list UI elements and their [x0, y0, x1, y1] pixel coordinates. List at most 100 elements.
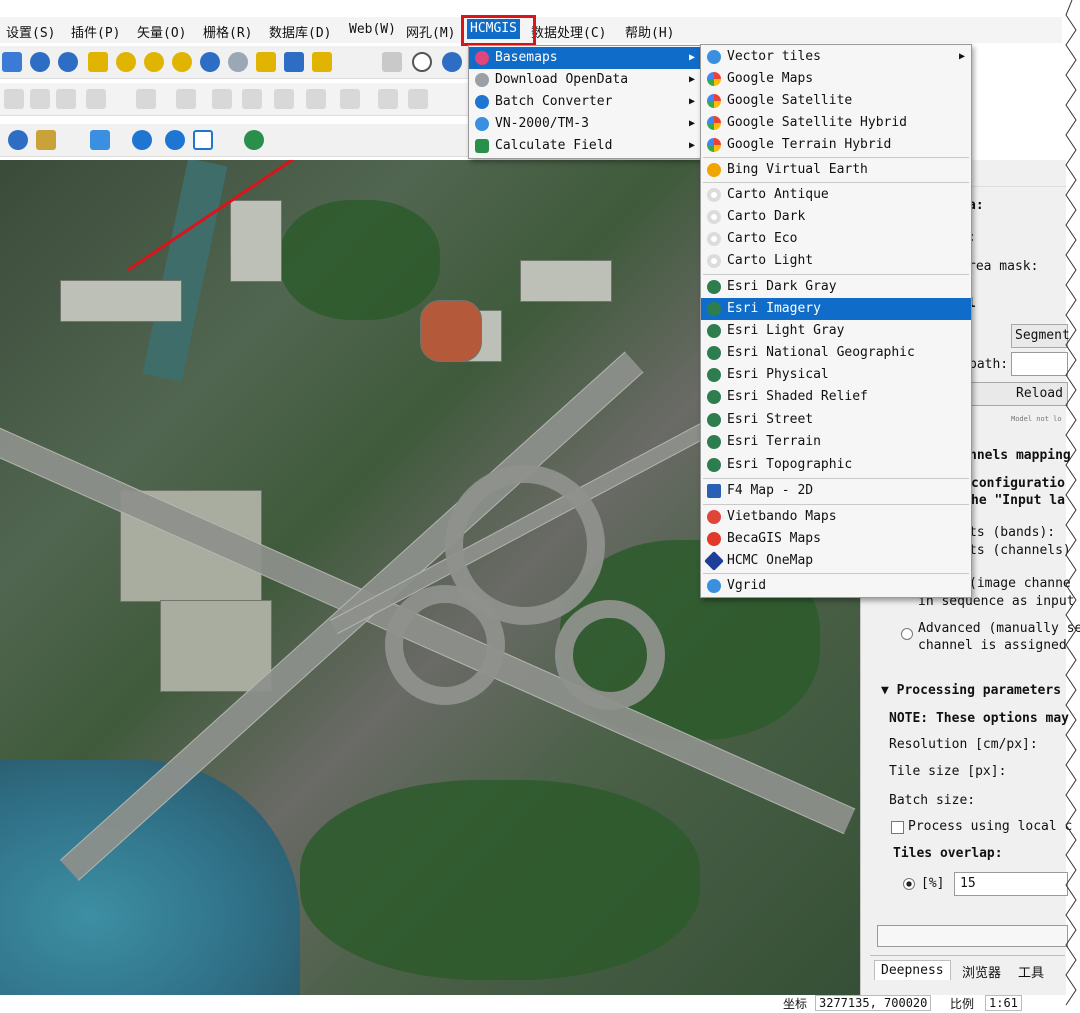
menu-processing[interactable]: 数据处理(C) — [531, 22, 606, 41]
advanced-mapping-radio[interactable] — [901, 628, 913, 640]
menu-item-batch-converter[interactable]: Batch Converter ▶ — [469, 91, 701, 113]
copy-icon[interactable] — [306, 89, 326, 109]
refresh-icon[interactable] — [442, 52, 462, 72]
menu-web[interactable]: Web(W) — [349, 22, 396, 37]
paste-icon[interactable] — [340, 89, 360, 109]
layer-stack-icon[interactable] — [90, 130, 110, 150]
menu-help[interactable]: 帮助(H) — [625, 22, 674, 41]
basemap-label: Google Satellite — [727, 93, 853, 108]
basemap-esri-national-geographic[interactable]: Esri National Geographic — [701, 342, 971, 364]
wrench-icon[interactable] — [36, 130, 56, 150]
basemap-google-terrain-hybrid[interactable]: Google Terrain Hybrid — [701, 134, 971, 156]
zoom-out-icon[interactable] — [58, 52, 78, 72]
basemap-label: Esri Physical — [727, 367, 829, 382]
edit-pencil-icon[interactable] — [4, 89, 24, 109]
basemap-esri-street[interactable]: Esri Street — [701, 409, 971, 431]
processing-params-heading[interactable]: ▼ Processing parameters — [881, 683, 1061, 698]
basemap-esri-topographic[interactable]: Esri Topographic — [701, 454, 971, 476]
menu-plugins[interactable]: 插件(P) — [71, 22, 120, 41]
submenu-arrow-icon: ▶ — [958, 51, 965, 62]
menu-mesh[interactable]: 网孔(M) — [406, 22, 455, 41]
clock-icon[interactable] — [412, 52, 432, 72]
menu-separator — [703, 504, 969, 505]
local-cache-checkbox[interactable] — [891, 821, 904, 834]
settings-gear-icon[interactable] — [132, 130, 152, 150]
basemap-esri-physical[interactable]: Esri Physical — [701, 364, 971, 386]
basemap-vietbando[interactable]: Vietbando Maps — [701, 506, 971, 528]
menu-separator — [703, 182, 969, 183]
delete-icon[interactable] — [242, 89, 262, 109]
advanced-mapping-option[interactable]: Advanced (manually se — [918, 621, 1080, 636]
overlap-percent-radio[interactable] — [903, 878, 915, 890]
page-icon[interactable] — [382, 52, 402, 72]
menu-database[interactable]: 数据库(D) — [269, 22, 331, 41]
zoom-full-icon[interactable] — [88, 52, 108, 72]
zoom-last-icon[interactable] — [200, 52, 220, 72]
tab-deepness[interactable]: Deepness — [874, 960, 951, 980]
menu-separator — [703, 157, 969, 158]
basemap-becagis[interactable]: BecaGIS Maps — [701, 528, 971, 550]
zoom-next-icon[interactable] — [228, 52, 248, 72]
simple-mapping-option[interactable]: (image channe — [969, 576, 1071, 591]
basemap-esri-light-gray[interactable]: Esri Light Gray — [701, 320, 971, 342]
toggle-edit-icon[interactable] — [30, 89, 50, 109]
overlap-value-input[interactable]: 15 — [954, 872, 1068, 896]
menu-settings[interactable]: 设置(S) — [6, 22, 55, 41]
add-feature-icon[interactable] — [136, 89, 156, 109]
basemap-bing-virtual-earth[interactable]: Bing Virtual Earth — [701, 159, 971, 181]
new-bookmark-icon[interactable] — [312, 52, 332, 72]
basemap-carto-antique[interactable]: Carto Antique — [701, 184, 971, 206]
menu-vector[interactable]: 矢量(O) — [137, 22, 186, 41]
modify-attributes-icon[interactable] — [212, 89, 232, 109]
basemap-esri-dark-gray[interactable]: Esri Dark Gray — [701, 276, 971, 298]
zoom-native-icon[interactable] — [172, 52, 192, 72]
menu-item-vn2000[interactable]: VN-2000/TM-3 ▶ — [469, 113, 701, 135]
basemap-vector-tiles[interactable]: Vector tiles ▶ — [701, 46, 971, 68]
menu-separator — [703, 573, 969, 574]
zoom-in-icon[interactable] — [30, 52, 50, 72]
basemap-esri-shaded-relief[interactable]: Esri Shaded Relief — [701, 386, 971, 408]
digitize-icon[interactable] — [86, 89, 106, 109]
save-edits-icon[interactable] — [56, 89, 76, 109]
menu-item-calculate-field[interactable]: Calculate Field ▶ — [469, 135, 701, 157]
basemap-esri-imagery[interactable]: Esri Imagery — [701, 298, 971, 320]
bookmark-icon[interactable] — [284, 52, 304, 72]
basemap-carto-eco[interactable]: Carto Eco — [701, 228, 971, 250]
basemap-google-satellite[interactable]: Google Satellite — [701, 90, 971, 112]
zoom-layer-icon[interactable] — [116, 52, 136, 72]
cut-icon[interactable] — [274, 89, 294, 109]
vertex-tool-icon[interactable] — [176, 89, 196, 109]
redo-icon[interactable] — [408, 89, 428, 109]
search-icon[interactable] — [165, 130, 185, 150]
tab-browser[interactable]: 浏览器 — [956, 960, 1007, 983]
pan-map-icon[interactable] — [2, 52, 22, 72]
globe-plugin-icon[interactable] — [244, 130, 264, 150]
menu-item-basemaps[interactable]: Basemaps ▶ — [469, 47, 701, 69]
basemap-google-satellite-hybrid[interactable]: Google Satellite Hybrid — [701, 112, 971, 134]
basemap-carto-light[interactable]: Carto Light — [701, 250, 971, 272]
esri-icon — [707, 324, 721, 338]
undo-icon[interactable] — [378, 89, 398, 109]
bing-icon — [707, 163, 721, 177]
new-map-view-icon[interactable] — [256, 52, 276, 72]
tab-toolbox[interactable]: 工具 — [1012, 960, 1050, 983]
info-icon[interactable] — [8, 130, 28, 150]
menu-item-download-opendata[interactable]: Download OpenData ▶ — [469, 69, 701, 91]
basemap-google-maps[interactable]: Google Maps — [701, 68, 971, 90]
basemap-label: Esri Shaded Relief — [727, 389, 868, 404]
coordinate-field[interactable]: 3277135, 700020 — [815, 995, 932, 1011]
basemap-f4-map[interactable]: F4 Map - 2D — [701, 480, 971, 502]
scale-label: 比例 — [950, 997, 975, 1011]
model-path-input[interactable] — [1011, 352, 1068, 376]
basemap-carto-dark[interactable]: Carto Dark — [701, 206, 971, 228]
frame-icon[interactable] — [193, 130, 213, 150]
menu-raster[interactable]: 栅格(R) — [203, 22, 252, 41]
basemap-esri-terrain[interactable]: Esri Terrain — [701, 431, 971, 453]
menu-separator — [703, 478, 969, 479]
basemap-hcmc-onemap[interactable]: HCMC OneMap — [701, 550, 971, 572]
model-type-select[interactable]: Segment — [1011, 324, 1070, 348]
scale-field[interactable]: 1:61 — [985, 995, 1022, 1011]
basemap-label: Esri Street — [727, 412, 814, 427]
zoom-selection-icon[interactable] — [144, 52, 164, 72]
basemap-vgrid[interactable]: Vgrid — [701, 575, 971, 597]
